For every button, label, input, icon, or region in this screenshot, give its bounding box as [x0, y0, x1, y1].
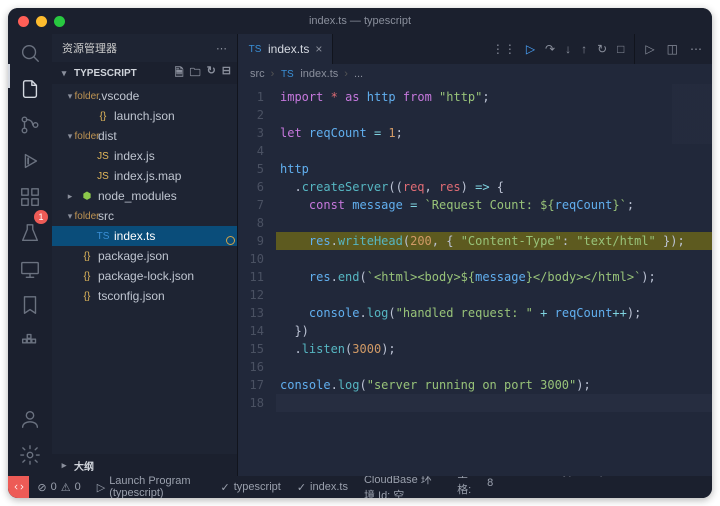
ts-status[interactable]: ✓ typescript — [213, 476, 289, 498]
remote-icon[interactable] — [19, 258, 41, 280]
vscode-window: index.ts — typescript 1 资源管理器 ⋯ — [8, 8, 712, 498]
tab-label: index.ts — [268, 42, 309, 56]
more-icon[interactable]: ⋯ — [690, 42, 702, 56]
sidebar-section[interactable]: ▾ TYPESCRIPT 🗎 🗀 ↻ ⊟ — [52, 62, 237, 84]
tree-item[interactable]: ▾folderdist — [52, 126, 237, 146]
tree-item[interactable]: JSindex.js.map — [52, 166, 237, 186]
tree-item[interactable]: {}launch.json — [52, 106, 237, 126]
tree-item[interactable]: ▸⬢node_modules — [52, 186, 237, 206]
sidebar-more-icon[interactable]: ⋯ — [216, 42, 227, 55]
breadcrumb-item[interactable]: ... — [354, 68, 363, 80]
tree-item[interactable]: {}package.json — [52, 246, 237, 266]
tree-item[interactable]: TSindex.ts — [52, 226, 237, 246]
step-out-icon[interactable]: ↑ — [581, 42, 587, 56]
tree-item[interactable]: {}tsconfig.json — [52, 286, 237, 306]
editor-actions: ▷ ◫ ⋯ — [634, 34, 712, 64]
outline-section[interactable]: ▸ 大纲 — [52, 454, 237, 476]
restart-icon[interactable]: ↻ — [597, 42, 607, 56]
stop-icon[interactable]: □ — [617, 42, 624, 56]
refresh-icon[interactable]: ↻ — [207, 64, 216, 83]
debug-icon[interactable] — [19, 150, 41, 172]
editor-group: TS index.ts × ⋮⋮ ▷ ↷ ↓ ↑ ↻ □ ▷ ◫ ⋯ — [238, 34, 712, 476]
code-editor[interactable]: 123456789101112131415161718 import * as … — [238, 84, 712, 476]
activity-bar: 1 — [8, 34, 52, 476]
remote-indicator[interactable] — [8, 476, 29, 498]
bookmark-icon[interactable] — [19, 294, 41, 316]
file-status[interactable]: ✓ index.ts — [289, 476, 356, 498]
minimize-window-icon[interactable] — [36, 16, 47, 27]
breadcrumb-item[interactable]: src — [250, 68, 265, 80]
traffic-lights — [18, 16, 65, 27]
collapse-icon[interactable]: ⊟ — [222, 64, 231, 83]
ts-icon: TS — [280, 69, 294, 80]
step-over-icon[interactable]: ↷ — [545, 42, 555, 56]
tree-item[interactable]: {}package-lock.json — [52, 266, 237, 286]
tree-item[interactable]: ▾folder.vscode — [52, 86, 237, 106]
ts-icon: TS — [248, 44, 262, 55]
test-icon[interactable] — [19, 222, 41, 244]
search-icon[interactable] — [19, 42, 41, 64]
extensions-icon[interactable] — [19, 186, 41, 208]
run-file-icon[interactable]: ▷ — [645, 42, 654, 56]
new-file-icon[interactable]: 🗎 — [175, 64, 184, 83]
drag-handle-icon[interactable]: ⋮⋮ — [492, 42, 516, 56]
docker-icon[interactable] — [19, 330, 41, 352]
cloudbase-status[interactable]: CloudBase 环境 Id: 空 — [356, 476, 449, 498]
tree-item[interactable]: ▾foldersrc — [52, 206, 237, 226]
step-into-icon[interactable]: ↓ — [565, 42, 571, 56]
debug-toolbar: ⋮⋮ ▷ ↷ ↓ ↑ ↻ □ — [482, 34, 635, 64]
breadcrumb[interactable]: src › TS index.ts › ... — [238, 64, 712, 84]
gear-icon[interactable] — [19, 444, 41, 466]
problems-button[interactable]: ⊘ 0 ⚠ 0 — [29, 476, 88, 498]
outline-label: 大纲 — [74, 458, 94, 473]
scm-icon[interactable] — [19, 114, 41, 136]
tab-bar: TS index.ts × ⋮⋮ ▷ ↷ ↓ ↑ ↻ □ ▷ ◫ ⋯ — [238, 34, 712, 64]
continue-icon[interactable]: ▷ — [526, 42, 535, 56]
section-label: TYPESCRIPT — [74, 68, 137, 79]
new-folder-icon[interactable]: 🗀 — [190, 64, 201, 83]
editor-tab[interactable]: TS index.ts × — [238, 34, 333, 64]
account-icon[interactable] — [19, 408, 41, 430]
sidebar-title: 资源管理器 — [62, 40, 117, 56]
activity-badge[interactable]: 1 — [34, 210, 48, 224]
sidebar: 资源管理器 ⋯ ▾ TYPESCRIPT 🗎 🗀 ↻ ⊟ ▾folder.vsc… — [52, 34, 238, 476]
sidebar-header: 资源管理器 ⋯ — [52, 34, 237, 62]
explorer-icon[interactable] — [19, 78, 41, 100]
minimap[interactable] — [672, 84, 712, 144]
active-indicator — [8, 64, 10, 88]
titlebar[interactable]: index.ts — typescript — [8, 8, 712, 34]
close-window-icon[interactable] — [18, 16, 29, 27]
breadcrumb-item[interactable]: index.ts — [300, 68, 338, 80]
tree-item[interactable]: JSindex.js — [52, 146, 237, 166]
launch-config[interactable]: ▷ Launch Program (typescript) — [89, 476, 213, 498]
split-icon[interactable]: ◫ — [667, 42, 678, 56]
file-tree: ▾folder.vscode{}launch.json▾folderdistJS… — [52, 84, 237, 454]
window-title: index.ts — typescript — [309, 15, 411, 27]
status-bar: ⊘ 0 ⚠ 0 ▷ Launch Program (typescript) ✓ … — [8, 476, 712, 498]
maximize-window-icon[interactable] — [54, 16, 65, 27]
close-icon[interactable]: × — [315, 42, 322, 56]
